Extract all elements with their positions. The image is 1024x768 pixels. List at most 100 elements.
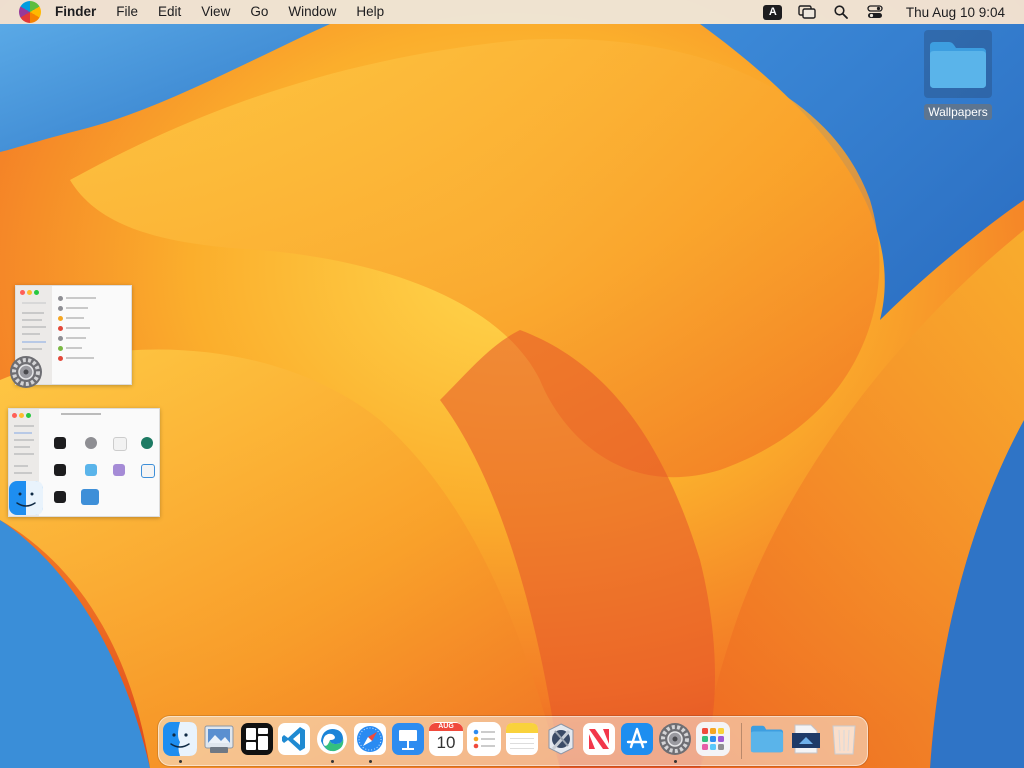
thumb-content-row (66, 307, 88, 309)
desktop-folder-wallpapers[interactable]: Wallpapers (918, 30, 998, 121)
launchpad-icon (702, 728, 724, 750)
thumb-row-icon (58, 336, 63, 341)
running-indicator (674, 760, 677, 763)
apple-menu-icon[interactable] (19, 1, 41, 23)
thumb-app-icon (54, 437, 66, 449)
desktop-folder-label: Wallpapers (924, 104, 992, 120)
dock-item-xcode[interactable] (544, 722, 578, 756)
dock-item-edge[interactable] (315, 722, 349, 756)
thumb-content-row (66, 357, 94, 359)
thumb-sidebar-row (22, 333, 40, 335)
folder-icon (750, 725, 784, 753)
finder-icon (9, 481, 43, 515)
dock-item-app-store[interactable] (620, 722, 654, 756)
spotlight-search-icon[interactable] (829, 0, 853, 24)
tiles-icon (241, 723, 273, 755)
menu-bar-clock[interactable]: Thu Aug 10 9:04 (892, 5, 1024, 20)
thumb-sidebar-row (14, 439, 34, 441)
thumb-close-dot (12, 413, 17, 418)
status-area: A Thu Aug 10 9:04 (756, 0, 1024, 24)
dock-item-reminders[interactable] (467, 722, 501, 756)
dock-item-calendar[interactable]: AUG 10 (429, 722, 463, 756)
thumb-sidebar-row (14, 432, 32, 434)
thumb-row-icon (58, 316, 63, 321)
thumb-content-row (66, 347, 82, 349)
desktop-wallpaper (0, 0, 1024, 768)
keynote-icon (392, 723, 424, 755)
dock-item-folder[interactable] (750, 722, 784, 756)
thumb-sidebar-row (14, 425, 34, 427)
thumb-app-icon (54, 464, 66, 476)
thumb-search-row (22, 302, 46, 304)
dock: AUG 10 (158, 716, 868, 766)
menu-edit[interactable]: Edit (148, 0, 191, 24)
trash-icon (832, 725, 856, 755)
calendar-month-label: AUG (429, 723, 463, 731)
folder-icon (930, 42, 986, 88)
menu-window[interactable]: Window (278, 0, 346, 24)
thumb-row-icon (58, 346, 63, 351)
thumb-content-row (66, 327, 90, 329)
thumb-title-row (61, 413, 101, 415)
dock-item-keynote[interactable] (391, 722, 425, 756)
dock-item-preview[interactable] (202, 722, 236, 756)
app-store-icon (621, 723, 653, 755)
finder-icon (163, 722, 197, 756)
thumb-app-icon (54, 491, 66, 503)
menu-help[interactable]: Help (346, 0, 394, 24)
dock-item-system-settings[interactable] (658, 722, 692, 756)
thumb-sidebar-row (22, 312, 44, 314)
running-indicator (369, 760, 372, 763)
menu-go[interactable]: Go (240, 0, 278, 24)
gear-icon (10, 356, 42, 388)
thumb-app-icon (113, 437, 127, 451)
vscode-icon (278, 723, 310, 755)
safari-icon (354, 723, 386, 755)
thumb-app-icon (85, 437, 97, 449)
thumb-app-icon (141, 464, 155, 478)
thumb-sidebar-row (14, 472, 32, 474)
thumb-app-icon (113, 464, 125, 476)
thumb-content-row (66, 337, 86, 339)
dock-item-launchpad[interactable] (696, 722, 730, 756)
screen-mirroring-icon[interactable] (795, 0, 819, 24)
input-source-badge: A (763, 4, 783, 20)
thumb-minimize-dot (27, 290, 32, 295)
thumb-sidebar-row (14, 453, 34, 455)
dock-item-tiles[interactable] (240, 722, 274, 756)
wallpaper-art (0, 0, 1024, 768)
thumb-sidebar-row (22, 348, 42, 350)
thumb-row-icon (58, 296, 63, 301)
running-indicator (331, 760, 334, 763)
dock-item-finder[interactable] (163, 722, 197, 756)
dock-item-vscode[interactable] (277, 722, 311, 756)
thumb-close-dot (20, 290, 25, 295)
menu-file[interactable]: File (106, 0, 148, 24)
thumb-row-icon (58, 356, 63, 361)
thumb-app-icon (141, 437, 153, 449)
preview-icon (204, 725, 234, 753)
dock-item-notes[interactable] (505, 722, 539, 756)
reminders-icon (473, 729, 495, 749)
thumb-app-icon-selected (81, 489, 99, 505)
thumb-sidebar-row (14, 465, 28, 467)
input-source-menu[interactable]: A (761, 0, 785, 24)
thumb-content-row (66, 317, 84, 319)
control-center-icon[interactable] (863, 0, 887, 24)
menu-bar: Finder File Edit View Go Window Help A T… (0, 0, 1024, 24)
menu-view[interactable]: View (191, 0, 240, 24)
thumb-zoom-dot (26, 413, 31, 418)
thumb-minimize-dot (19, 413, 24, 418)
calendar-day-label: 10 (436, 733, 456, 752)
dock-item-safari[interactable] (353, 722, 387, 756)
dock-item-news[interactable] (582, 722, 616, 756)
thumb-content-row (66, 297, 96, 299)
dock-item-trash[interactable] (827, 722, 861, 756)
app-menu-finder[interactable]: Finder (53, 0, 106, 24)
dock-item-document[interactable] (789, 722, 823, 756)
thumb-row-icon (58, 306, 63, 311)
edge-icon (317, 724, 347, 754)
thumb-sidebar-row (22, 326, 46, 328)
thumb-zoom-dot (34, 290, 39, 295)
thumb-sidebar-row (14, 446, 30, 448)
